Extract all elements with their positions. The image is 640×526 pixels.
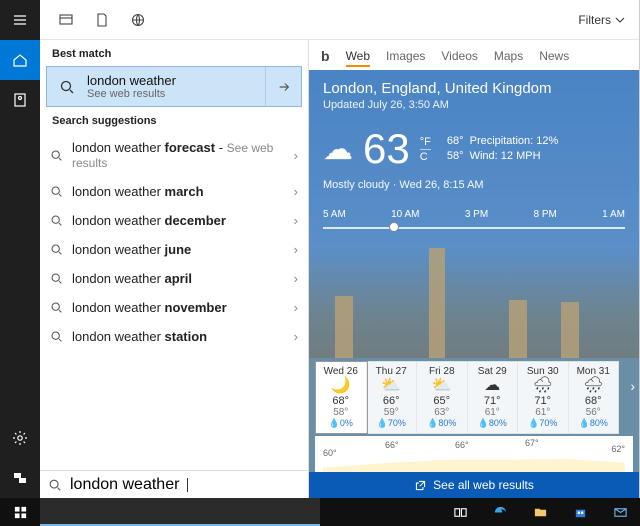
search-icon [48,478,62,492]
slider-thumb[interactable] [389,222,399,232]
suggestion-item[interactable]: london weather march› [40,177,308,206]
taskbar-search[interactable] [40,498,320,526]
edge-icon[interactable] [480,498,520,526]
web-scope-icon[interactable] [120,0,156,40]
home-button[interactable] [0,40,40,80]
weather-card: London, England, United Kingdom Updated … [309,70,639,498]
condition-text: Mostly cloudy · Wed 26, 8:15 AM [309,177,639,201]
forecast-row: Wed 26🌙68°58°💧0%Thu 27⛅66°59°💧70%Fri 28⛅… [315,361,619,434]
precip-value: 12% [536,135,558,147]
filters-label: Filters [578,13,611,27]
forecast-day[interactable]: Sat 29☁71°61°💧80% [468,362,519,433]
settings-button[interactable] [0,418,40,458]
tab-maps[interactable]: Maps [494,49,523,63]
chevron-right-icon: › [294,242,298,257]
suggestion-item[interactable]: london weather november› [40,293,308,322]
menu-button[interactable] [0,0,40,40]
feedback-button[interactable] [0,458,40,498]
forecast-day[interactable]: Wed 26🌙68°58°💧0% [316,362,367,433]
chevron-right-icon: › [294,271,298,286]
filters-dropdown[interactable]: Filters [578,13,631,27]
tab-news[interactable]: News [539,49,569,63]
chevron-right-icon: › [294,148,298,163]
search-box[interactable]: london weather [40,470,308,498]
suggestion-item[interactable]: london weather june› [40,235,308,264]
search-icon [50,301,72,314]
chevron-right-icon: › [294,329,298,344]
suggestion-item[interactable]: london weather station› [40,322,308,351]
weather-icon: 🌧 [520,377,566,395]
mail-icon[interactable] [600,498,640,526]
bing-logo: b [321,48,330,64]
search-icon [50,272,72,285]
bing-tabs: b Web Images Videos Maps News [309,40,639,70]
best-match-heading: Best match [40,40,308,66]
see-all-results[interactable]: See all web results [309,472,639,498]
search-icon [50,214,72,227]
search-icon [50,330,72,343]
hi-temp: 68° [447,135,464,147]
suggestion-item[interactable]: london weather december› [40,206,308,235]
search-icon [50,149,72,162]
suggestions-heading: Search suggestions [40,107,308,133]
forecast-day[interactable]: Mon 31🌧68°56°💧80% [569,362,619,433]
chevron-right-icon: › [294,184,298,199]
best-match-title: london weather [87,73,265,88]
cloud-icon: ☁ [323,132,353,167]
forecast-day[interactable]: Thu 27⛅66°59°💧70% [367,362,418,433]
taskbar [0,498,640,526]
best-match-sub: See web results [87,88,265,100]
forecast-next[interactable]: › [630,378,635,394]
tab-images[interactable]: Images [386,49,425,63]
apps-scope-icon[interactable] [48,0,84,40]
tab-videos[interactable]: Videos [441,49,477,63]
open-icon [414,479,427,492]
suggestion-item[interactable]: london weather april› [40,264,308,293]
store-icon[interactable] [560,498,600,526]
scope-bar: Filters [40,0,639,40]
chevron-down-icon [615,15,625,25]
skyline-image [309,248,639,358]
start-button[interactable] [0,498,40,526]
cortana-sidebar [0,0,40,498]
best-match-item[interactable]: london weather See web results [46,66,302,107]
updated-time: Updated July 26, 3:50 AM [309,99,639,121]
lo-temp: 58° [447,150,464,162]
suggestion-item[interactable]: london weather forecast - See web result… [40,133,308,177]
notebook-button[interactable] [0,80,40,120]
chevron-right-icon: › [294,300,298,315]
weather-icon: 🌙 [318,377,364,395]
search-icon [50,243,72,256]
wind-value: 12 MPH [501,150,541,162]
weather-icon: ⛅ [369,377,415,395]
tab-web[interactable]: Web [346,49,370,67]
search-icon [47,79,87,95]
weather-icon: ⛅ [419,377,465,395]
forecast-day[interactable]: Fri 28⛅65°63°💧80% [417,362,468,433]
task-view-button[interactable] [440,498,480,526]
explorer-icon[interactable] [520,498,560,526]
documents-scope-icon[interactable] [84,0,120,40]
forecast-day[interactable]: Sun 30🌧71°61°💧70% [518,362,569,433]
unit-toggle[interactable]: °F C [420,135,431,164]
weather-icon: ☁ [470,377,516,395]
hour-slider[interactable]: 5 AM10 AM3 PM8 PM1 AM [323,209,625,243]
search-input-text: london weather [70,476,179,494]
best-match-open[interactable] [265,67,301,106]
location-title: London, England, United Kingdom [309,70,639,99]
search-icon [50,185,72,198]
chevron-right-icon: › [294,213,298,228]
weather-icon: 🌧 [571,377,617,395]
current-temp: 63 [363,125,410,173]
